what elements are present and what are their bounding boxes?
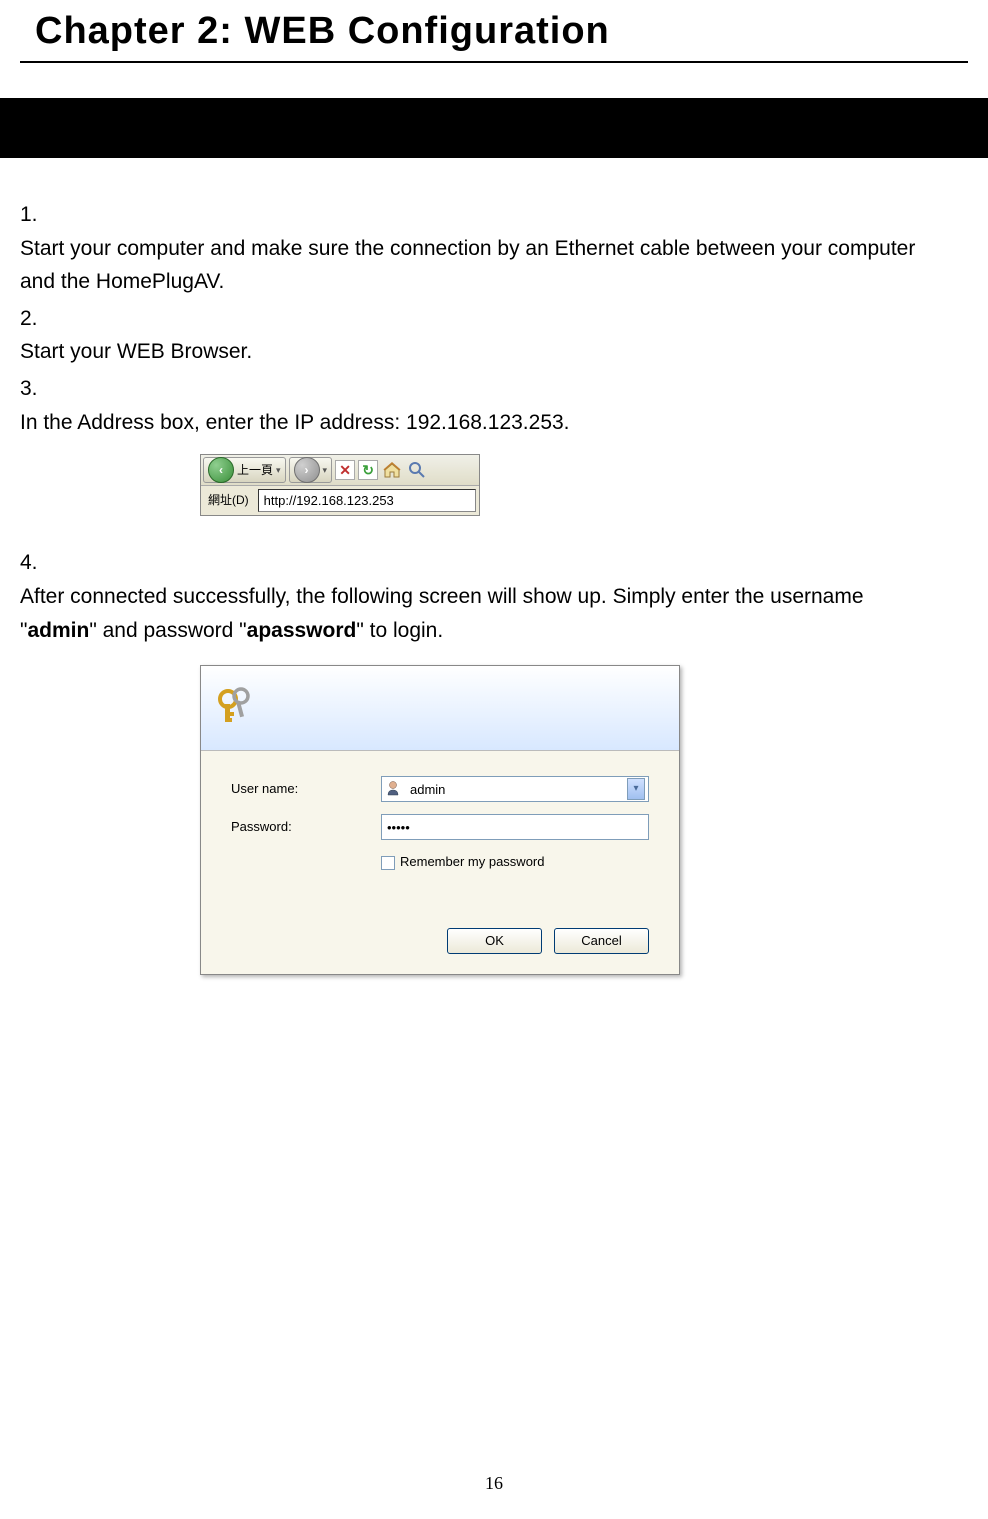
address-label: 網址(D)	[204, 489, 253, 512]
forward-button[interactable]: › ▾	[289, 457, 333, 483]
auth-dialog-screenshot: User name: ▾ Password:	[200, 665, 680, 975]
step-4-text-b: " and password "	[89, 619, 246, 642]
step-3: 3. In the Address box, enter the IP addr…	[20, 372, 968, 439]
step-3-number: 3.	[20, 372, 50, 406]
content-area: 1. Start your computer and make sure the…	[20, 198, 968, 975]
step-4-bold-b: apassword	[247, 619, 357, 642]
step-2-number: 2.	[20, 302, 50, 336]
search-button[interactable]	[406, 460, 428, 480]
step-1-number: 1.	[20, 198, 50, 232]
forward-dropdown-icon: ▾	[323, 463, 328, 477]
dialog-button-row: OK Cancel	[231, 928, 649, 954]
step-4-text-c: " to login.	[356, 619, 443, 642]
back-button-label: 上一頁	[237, 461, 273, 480]
user-icon	[385, 780, 403, 798]
keys-icon	[213, 684, 261, 732]
address-input[interactable]	[258, 489, 476, 512]
back-dropdown-icon: ▾	[276, 463, 281, 477]
home-icon	[383, 462, 401, 478]
remember-password-checkbox[interactable]	[381, 856, 395, 870]
browser-address-row: 網址(D)	[201, 486, 479, 515]
page-number: 16	[485, 1473, 503, 1494]
section-header-bar	[0, 98, 988, 158]
username-label: User name:	[231, 779, 381, 800]
step-2-text: Start your WEB Browser.	[20, 335, 933, 369]
step-4: 4. After connected successfully, the fol…	[20, 546, 968, 647]
home-button[interactable]	[381, 460, 403, 480]
stop-button[interactable]: ✕	[335, 460, 355, 480]
password-input[interactable]	[385, 818, 645, 837]
step-4-bold-a: admin	[27, 619, 89, 642]
browser-nav-bar: ‹ 上一頁 ▾ › ▾ ✕ ↻	[201, 455, 479, 486]
remember-password-row: Remember my password	[381, 852, 649, 873]
chapter-title: Chapter 2: WEB Configuration	[35, 10, 968, 53]
step-4-text: After connected successfully, the follow…	[20, 580, 933, 647]
username-field-wrap: ▾	[381, 776, 649, 802]
step-3-text: In the Address box, enter the IP address…	[20, 406, 933, 440]
cancel-button[interactable]: Cancel	[554, 928, 649, 954]
back-arrow-icon: ‹	[208, 457, 234, 483]
remember-password-label: Remember my password	[400, 852, 545, 873]
auth-dialog-body: User name: ▾ Password:	[201, 751, 679, 974]
title-underline	[20, 61, 968, 63]
step-2: 2. Start your WEB Browser.	[20, 302, 968, 369]
password-row: Password:	[231, 814, 649, 840]
back-button[interactable]: ‹ 上一頁 ▾	[203, 457, 286, 483]
step-1: 1. Start your computer and make sure the…	[20, 198, 968, 299]
step-1-text: Start your computer and make sure the co…	[20, 232, 933, 299]
password-label: Password:	[231, 817, 381, 838]
browser-toolbar-screenshot: ‹ 上一頁 ▾ › ▾ ✕ ↻	[200, 454, 480, 516]
password-field-wrap	[381, 814, 649, 840]
username-input[interactable]	[408, 780, 627, 799]
ok-button[interactable]: OK	[447, 928, 542, 954]
username-dropdown-button[interactable]: ▾	[627, 778, 645, 800]
refresh-button[interactable]: ↻	[358, 460, 378, 480]
search-icon	[408, 461, 426, 479]
username-row: User name: ▾	[231, 776, 649, 802]
forward-arrow-icon: ›	[294, 457, 320, 483]
step-4-number: 4.	[20, 546, 50, 580]
auth-dialog-header	[201, 666, 679, 751]
